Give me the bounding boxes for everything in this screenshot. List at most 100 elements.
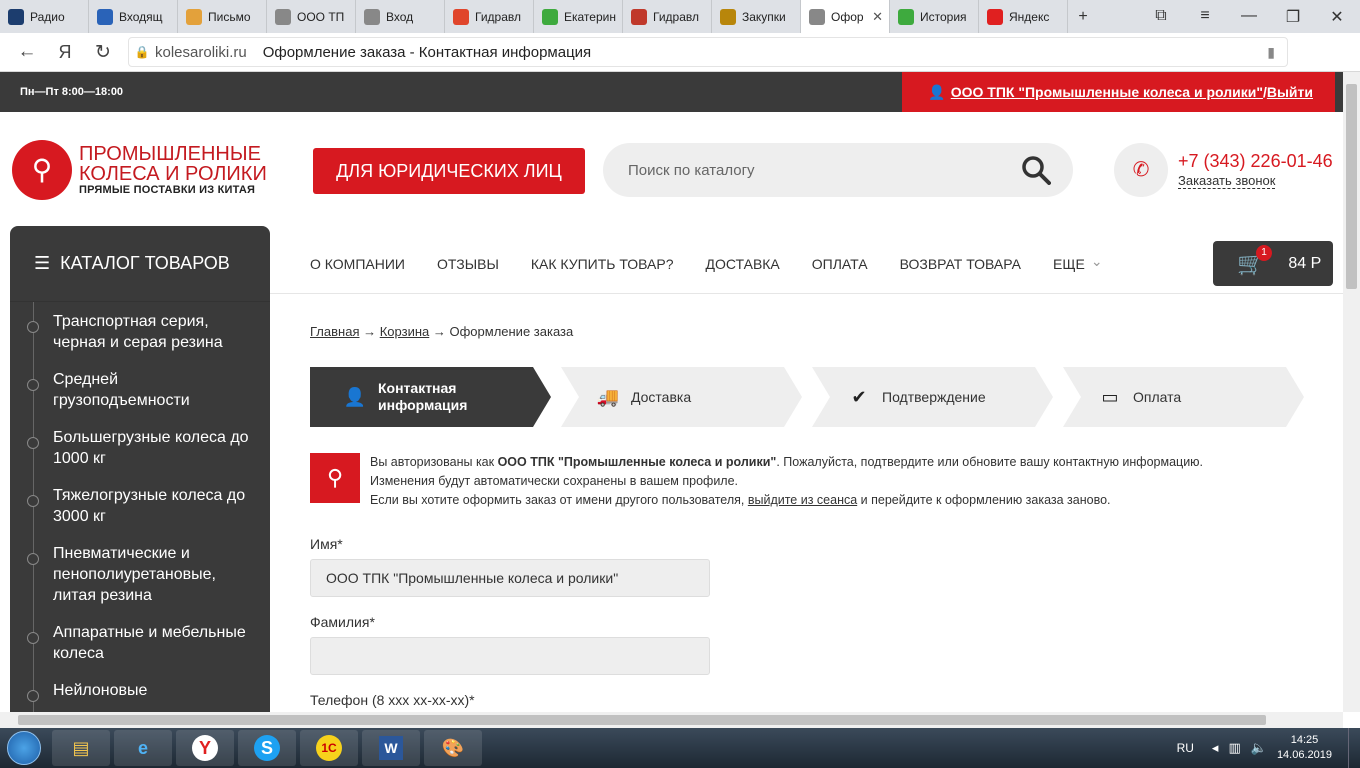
catalog-item[interactable]: Транспортная серия, черная и серая резин… <box>10 306 270 364</box>
breadcrumb-home[interactable]: Главная <box>310 324 359 339</box>
close-window-icon[interactable]: ✕ <box>1322 7 1352 27</box>
checkout-step[interactable]: 👤 Контактная информация <box>310 367 551 427</box>
browser-tab[interactable]: Закупки <box>712 0 801 33</box>
close-tab-icon[interactable]: ✕ <box>872 9 883 25</box>
network-icon[interactable]: ▥ <box>1228 740 1240 756</box>
explorer-icon[interactable]: ▤ <box>52 730 110 766</box>
catalog-item-label: Средней грузоподъемности <box>53 371 190 409</box>
minimize-icon[interactable]: — <box>1234 7 1264 27</box>
checkout-step[interactable]: ▭ Оплата <box>1063 367 1304 427</box>
skype-icon[interactable]: S <box>238 730 296 766</box>
browser-tab[interactable]: Вход <box>356 0 445 33</box>
nav-item[interactable]: ДОСТАВКА <box>706 256 780 272</box>
bullet-icon <box>27 379 39 391</box>
name-field[interactable]: ООО ТПК "Промышленные колеса и ролики" <box>310 559 710 597</box>
account-link[interactable]: ООО ТПК "Промышленные колеса и ролики" <box>951 84 1263 100</box>
callback-link[interactable]: Заказать звонок <box>1178 173 1276 189</box>
phone-icon[interactable]: ✆ <box>1114 143 1168 197</box>
user-icon: 👤 <box>928 83 946 100</box>
browser-tab[interactable]: Письмо <box>178 0 267 33</box>
legal-entities-button[interactable]: ДЛЯ ЮРИДИЧЕСКИХ ЛИЦ <box>313 148 585 194</box>
surname-field[interactable] <box>310 637 710 675</box>
catalog-item[interactable]: Большегрузные колеса до 1000 кг <box>10 422 270 480</box>
name-label: Имя* <box>310 536 343 552</box>
word-icon[interactable]: W <box>362 730 420 766</box>
vertical-scrollbar[interactable] <box>1343 72 1360 712</box>
internet-explorer-icon[interactable]: e <box>114 730 172 766</box>
browser-tab[interactable]: Радио <box>0 0 89 33</box>
menu-icon[interactable]: ≡ <box>1190 7 1220 27</box>
language-indicator[interactable]: RU <box>1177 741 1194 755</box>
cart-total: 84 Р <box>1288 254 1322 272</box>
nav-item[interactable]: ОТЗЫВЫ <box>437 256 499 272</box>
n-icon <box>453 8 469 25</box>
browser-tab[interactable]: Гидравл <box>623 0 712 33</box>
notice-text: Если вы хотите оформить заказ от имени д… <box>370 493 748 507</box>
catalog-header[interactable]: ☰ КАТАЛОГ ТОВАРОВ <box>10 226 270 302</box>
catalog-item-label: Аппаратные и мебельные колеса <box>53 624 246 662</box>
tab-manager-icon[interactable]: ⧉ <box>1146 7 1176 27</box>
browser-tab[interactable]: Екатерин <box>534 0 623 33</box>
back-arrow-icon[interactable]: ← <box>8 41 46 63</box>
catalog-item[interactable]: Нейлоновые <box>10 675 270 712</box>
browser-tab-label: История <box>920 9 967 24</box>
restore-icon[interactable]: ❐ <box>1278 7 1308 27</box>
nav-item[interactable]: ВОЗВРАТ ТОВАРА <box>900 256 1021 272</box>
browser-tab[interactable]: Гидравл <box>445 0 534 33</box>
check-icon: ✔ <box>851 386 867 407</box>
bookmark-icon[interactable]: ▮ <box>1267 44 1275 61</box>
catalog-item[interactable]: Аппаратные и мебельные колеса <box>10 617 270 675</box>
show-hidden-icons-icon[interactable]: ◂ <box>1212 740 1219 756</box>
browser-tab[interactable]: Офор ✕ <box>801 0 890 33</box>
catalog-item[interactable]: Средней грузоподъемности <box>10 364 270 422</box>
chevron-down-icon[interactable]: ⌄ <box>1091 253 1103 270</box>
nav-item[interactable]: ЕЩЕ <box>1053 256 1085 272</box>
logout-session-link[interactable]: выйдите из сеанса <box>748 493 857 507</box>
1c-icon[interactable]: 1С <box>300 730 358 766</box>
browser-tab[interactable]: ООО ТП <box>267 0 356 33</box>
breadcrumb-cart[interactable]: Корзина <box>380 324 430 339</box>
card-icon: ▭ <box>1101 386 1119 407</box>
nav-item[interactable]: КАК КУПИТЬ ТОВАР? <box>531 256 674 272</box>
catalog-item[interactable]: Тяжелогрузные колеса до 3000 кг <box>10 480 270 538</box>
browser-tab[interactable]: История <box>890 0 979 33</box>
start-button[interactable] <box>0 728 48 768</box>
clock[interactable]: 14:25 14.06.2019 <box>1277 733 1332 763</box>
page-icon <box>809 8 825 25</box>
nav-item[interactable]: О КОМПАНИИ <box>310 256 405 272</box>
checkout-step[interactable]: 🚚 Доставка <box>561 367 802 427</box>
show-desktop-button[interactable] <box>1348 728 1360 768</box>
url-field[interactable]: 🔒 kolesaroliki.ru Оформление заказа - Ко… <box>128 37 1288 67</box>
volume-icon[interactable]: 🔈 <box>1251 740 1267 756</box>
yandex-browser-icon[interactable]: Y <box>176 730 234 766</box>
step-label: Подтверждение <box>882 388 986 405</box>
logout-link[interactable]: Выйти <box>1267 84 1313 100</box>
page-icon <box>364 8 380 25</box>
catalog-item[interactable]: Пневматические и пенополиуретановые, лит… <box>10 538 270 617</box>
breadcrumb: Главная → Корзина → Оформление заказа <box>310 324 573 339</box>
site-logo[interactable]: ⚲ ПРОМЫШЛЕННЫЕ КОЛЕСА И РОЛИКИ ПРЯМЫЕ ПО… <box>12 140 267 200</box>
checkout-step[interactable]: ✔ Подтверждение <box>812 367 1053 427</box>
catalog-search-input[interactable]: Поиск по каталогу <box>603 143 1073 197</box>
forklift-icon <box>631 8 647 25</box>
clock-time: 14:25 <box>1290 734 1319 746</box>
top-info-bar: Пн—Пт 8:00—18:00 👤 ООО ТПК "Промышленные… <box>0 72 1343 112</box>
browser-tab[interactable]: Яндекс <box>979 0 1068 33</box>
horizontal-scrollbar[interactable] <box>0 712 1343 728</box>
phone-number[interactable]: +7 (343) 226-01-46 <box>1178 151 1333 172</box>
reload-icon[interactable]: ↻ <box>84 41 122 64</box>
page-icon <box>275 8 291 25</box>
cart-button[interactable]: 🛒 1 84 Р <box>1213 241 1333 286</box>
browser-tab-label: Входящ <box>119 9 163 24</box>
breadcrumb-arrow: → <box>359 324 380 339</box>
notice-text: . Пожалуйста, подтвердите или обновите в… <box>776 455 1204 469</box>
working-hours: Пн—Пт 8:00—18:00 <box>20 86 124 98</box>
browser-tab[interactable]: Входящ <box>89 0 178 33</box>
catalog-item-label: Транспортная серия, черная и серая резин… <box>53 313 223 351</box>
paint-icon[interactable]: 🎨 <box>424 730 482 766</box>
new-tab-button[interactable]: + <box>1068 8 1098 26</box>
nav-item[interactable]: ОПЛАТА <box>812 256 868 272</box>
bullet-icon <box>27 553 39 565</box>
yandex-home-icon[interactable]: Я <box>46 42 84 63</box>
search-icon[interactable] <box>1021 155 1051 185</box>
